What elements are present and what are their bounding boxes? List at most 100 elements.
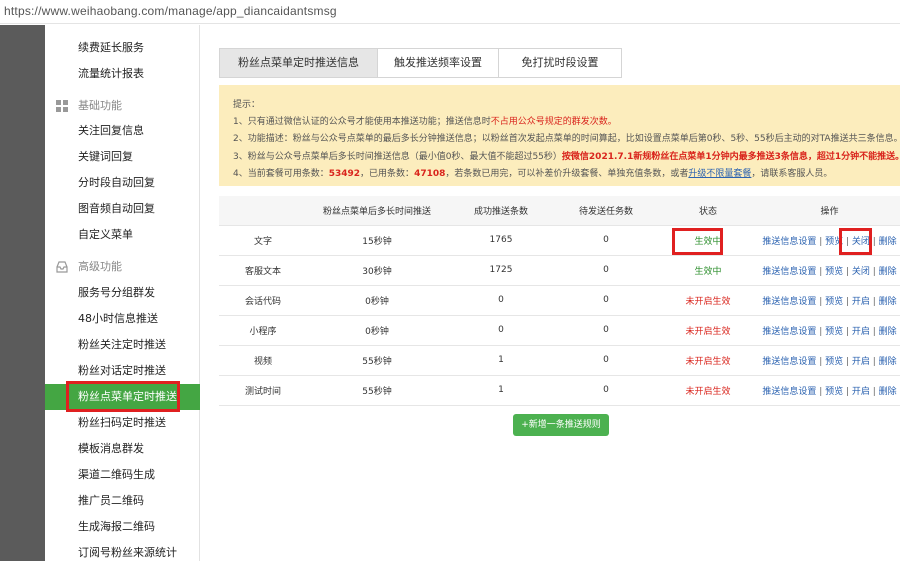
row-actions: 推送信息设置 | 预览 | 开启 | 删除	[759, 315, 900, 346]
table-header-row: 粉丝点菜单后多长时间推送 成功推送条数 待发送任务数 状态 操作	[219, 196, 900, 226]
delete-link[interactable]: 删除	[879, 297, 897, 307]
cell-pending-count: 0	[555, 375, 657, 406]
sidebar-item-scan-timed-push[interactable]: 粉丝扫码定时推送	[45, 410, 200, 436]
status-badge: 未开启生效	[657, 315, 759, 346]
status-highlight-box	[672, 228, 723, 255]
separator: |	[816, 356, 826, 367]
add-push-rule-button[interactable]: +新增一条推送规则	[513, 414, 609, 436]
open-link[interactable]: 开启	[852, 327, 870, 337]
tab-push-frequency[interactable]: 触发推送频率设置	[377, 48, 499, 78]
separator: |	[843, 386, 852, 397]
table-row: 小程序 0秒钟 0 0 未开启生效 推送信息设置 | 预览 | 开启 | 删除	[219, 315, 900, 346]
delete-link[interactable]: 删除	[879, 387, 897, 397]
cell-pending-count: 0	[555, 315, 657, 346]
sidebar-item-custom-menu[interactable]: 自定义菜单	[45, 222, 200, 248]
sidebar-item-promoter-qrcode[interactable]: 推广员二维码	[45, 488, 200, 514]
close-link[interactable]: 关闭	[852, 267, 870, 277]
status-badge: 未开启生效	[657, 375, 759, 406]
left-app-rail	[0, 25, 45, 561]
col-header-delay: 粉丝点菜单后多长时间推送	[307, 196, 447, 226]
preview-link[interactable]: 预览	[825, 327, 843, 337]
push-settings-link[interactable]: 推送信息设置	[762, 387, 816, 397]
available-count: 53492	[328, 169, 361, 179]
notice-line-3: 3、粉丝与公众号点菜单后多长时间推送信息（最小值0秒、最大值不能超过55秒）按微…	[233, 149, 900, 162]
separator: |	[816, 386, 826, 397]
row-actions: 推送信息设置 | 预览 | 关闭 | 删除	[759, 225, 900, 256]
open-link[interactable]: 开启	[852, 357, 870, 367]
separator: |	[869, 326, 879, 337]
inbox-icon	[56, 261, 68, 273]
push-settings-link[interactable]: 推送信息设置	[762, 327, 816, 337]
sidebar-item-template-broadcast[interactable]: 模板消息群发	[45, 436, 200, 462]
cell-pending-count: 0	[555, 345, 657, 376]
tab-menu-push-info[interactable]: 粉丝点菜单定时推送信息	[219, 48, 378, 78]
separator: |	[869, 296, 879, 307]
cell-success-count: 1765	[447, 225, 555, 256]
separator: |	[816, 326, 826, 337]
sidebar-item-48h-push[interactable]: 48小时信息推送	[45, 306, 200, 332]
push-settings-link[interactable]: 推送信息设置	[762, 357, 816, 367]
cell-type: 文字	[219, 225, 307, 256]
preview-link[interactable]: 预览	[825, 267, 843, 277]
row-actions: 推送信息设置 | 预览 | 开启 | 删除	[759, 375, 900, 406]
col-header-actions: 操作	[759, 196, 900, 226]
separator: |	[816, 236, 826, 247]
grid-icon	[56, 100, 68, 112]
cell-success-count: 1	[447, 345, 555, 376]
notice-line-4: 4、当前套餐可用条数：53492，已用条数：47108，若条数已用完，可以补差价…	[233, 166, 832, 179]
delete-link[interactable]: 删除	[879, 357, 897, 367]
delete-link[interactable]: 删除	[879, 237, 897, 247]
table-row: 会话代码 0秒钟 0 0 未开启生效 推送信息设置 | 预览 | 开启 | 删除	[219, 285, 900, 316]
url-text: https://www.weihaobang.com/manage/app_di…	[4, 4, 337, 18]
open-link[interactable]: 开启	[852, 297, 870, 307]
row-actions: 推送信息设置 | 预览 | 开启 | 删除	[759, 345, 900, 376]
sidebar: 续费延长服务 流量统计报表 基础功能 关注回复信息 关键词回复 分时段自动回复 …	[45, 25, 200, 561]
push-settings-link[interactable]: 推送信息设置	[762, 297, 816, 307]
sidebar-item-keyword-reply[interactable]: 关键词回复	[45, 144, 200, 170]
sidebar-item-subscriber-source-stats[interactable]: 订阅号粉丝来源统计	[45, 540, 200, 566]
col-header-status: 状态	[657, 196, 759, 226]
sidebar-item-channel-qrcode[interactable]: 渠道二维码生成	[45, 462, 200, 488]
push-settings-link[interactable]: 推送信息设置	[762, 267, 816, 277]
open-link[interactable]: 开启	[852, 387, 870, 397]
active-item-highlight-box	[66, 381, 180, 412]
separator: |	[843, 356, 852, 367]
notice-line-1: 1、只有通过微信认证的公众号才能使用本推送功能；推送信息时不占用公众号规定的群发…	[233, 114, 617, 127]
push-settings-link[interactable]: 推送信息设置	[762, 237, 816, 247]
sidebar-item-follow-reply[interactable]: 关注回复信息	[45, 118, 200, 144]
cell-success-count: 1725	[447, 255, 555, 286]
cell-success-count: 0	[447, 285, 555, 316]
sidebar-item-follow-timed-push[interactable]: 粉丝关注定时推送	[45, 332, 200, 358]
separator: |	[843, 326, 852, 337]
preview-link[interactable]: 预览	[825, 357, 843, 367]
sidebar-item-timed-auto-reply[interactable]: 分时段自动回复	[45, 170, 200, 196]
tab-do-not-disturb[interactable]: 免打扰时段设置	[498, 48, 622, 78]
browser-address-bar[interactable]: https://www.weihaobang.com/manage/app_di…	[0, 0, 900, 24]
cell-delay: 0秒钟	[307, 285, 447, 316]
sidebar-item-poster-qrcode[interactable]: 生成海报二维码	[45, 514, 200, 540]
sidebar-item-traffic-report[interactable]: 流量统计报表	[45, 61, 200, 87]
cell-type: 会话代码	[219, 285, 307, 316]
table-row: 文字 15秒钟 1765 0 生效中 推送信息设置 | 预览 | 关闭 | 删除	[219, 225, 900, 256]
upgrade-unlimited-link[interactable]: 升级不限量套餐	[688, 169, 751, 179]
separator: |	[816, 296, 826, 307]
cell-pending-count: 0	[555, 255, 657, 286]
cell-delay: 15秒钟	[307, 225, 447, 256]
notice-line-4-text-d: ，请联系客服人员。	[751, 169, 833, 179]
preview-link[interactable]: 预览	[825, 387, 843, 397]
separator: |	[869, 266, 879, 277]
tab-bar: 粉丝点菜单定时推送信息 触发推送频率设置 免打扰时段设置	[219, 48, 622, 78]
sidebar-item-media-auto-reply[interactable]: 图音频自动回复	[45, 196, 200, 222]
sidebar-item-group-broadcast[interactable]: 服务号分组群发	[45, 280, 200, 306]
delete-link[interactable]: 删除	[879, 267, 897, 277]
preview-link[interactable]: 预览	[825, 297, 843, 307]
notice-line-4-text-b: ，已用条数：	[360, 169, 415, 179]
delete-link[interactable]: 删除	[879, 327, 897, 337]
separator: |	[869, 356, 879, 367]
notice-line-4-text-a: 4、当前套餐可用条数：	[233, 169, 329, 179]
table-row: 视频 55秒钟 1 0 未开启生效 推送信息设置 | 预览 | 开启 | 删除	[219, 345, 900, 376]
cell-pending-count: 0	[555, 285, 657, 316]
separator: |	[843, 296, 852, 307]
status-badge: 未开启生效	[657, 345, 759, 376]
sidebar-item-renew[interactable]: 续费延长服务	[45, 35, 200, 61]
